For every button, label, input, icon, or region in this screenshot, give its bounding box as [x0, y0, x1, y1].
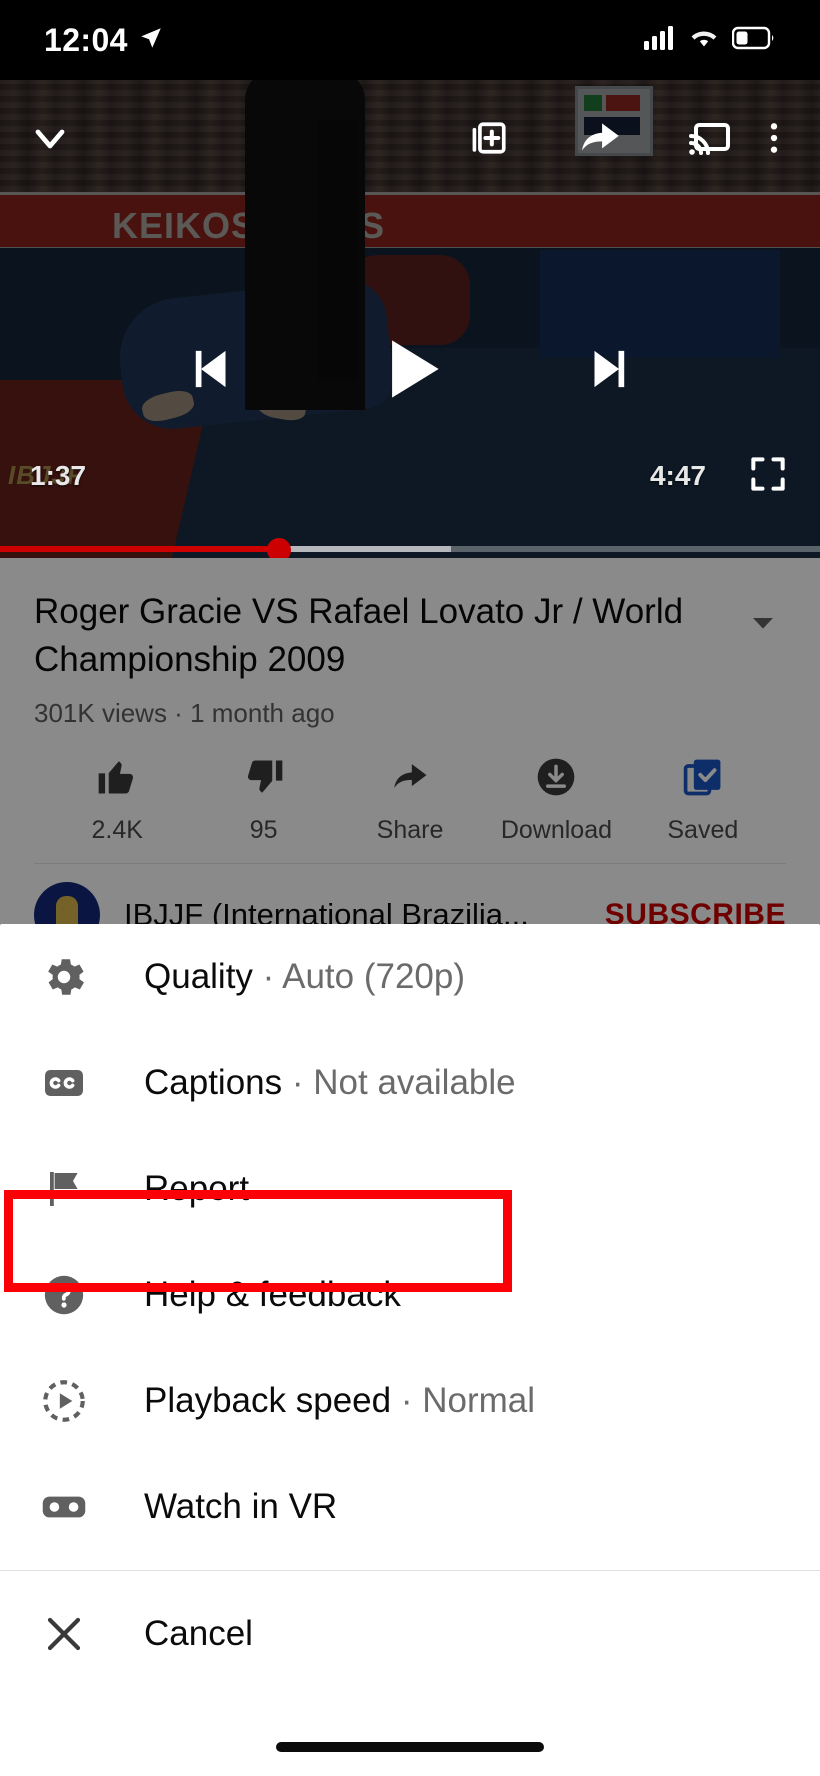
- duration-label: 4:47: [649, 460, 706, 491]
- more-options-button[interactable]: [742, 108, 806, 172]
- wifi-icon: [688, 26, 720, 55]
- close-icon: [28, 1610, 100, 1658]
- sheet-item-quality[interactable]: Quality · Auto (720p): [0, 924, 820, 1030]
- share-arrow-icon: [575, 113, 625, 168]
- fullscreen-icon: [746, 456, 790, 500]
- collapse-player-button[interactable]: [18, 108, 82, 172]
- vr-goggles-icon: [28, 1482, 100, 1532]
- player-top-controls: [0, 108, 820, 172]
- video-player[interactable]: KEIKOSPORTS IBJJF: [0, 80, 820, 558]
- home-indicator: [276, 1742, 544, 1752]
- player-options-sheet: Quality · Auto (720p) Captions · Not ava…: [0, 924, 820, 1776]
- progress-scrubber-handle[interactable]: [266, 538, 291, 558]
- sheet-scrim[interactable]: [0, 558, 820, 928]
- sheet-item-label: Watch in VR: [144, 1487, 338, 1526]
- next-track-icon: [579, 350, 641, 404]
- share-button[interactable]: [568, 108, 632, 172]
- player-center-controls: [0, 326, 820, 417]
- add-to-playlist-button[interactable]: [458, 108, 522, 172]
- status-bar-clock: 12:04: [44, 21, 128, 58]
- sheet-item-label: Cancel: [144, 1614, 253, 1653]
- location-arrow-icon: [138, 25, 164, 56]
- sheet-divider: [0, 1570, 820, 1571]
- player-bottom-bar: 1:37 4:47: [0, 452, 820, 500]
- cast-button[interactable]: [678, 108, 742, 172]
- sheet-item-playback-speed[interactable]: Playback speed · Normal: [0, 1348, 820, 1454]
- sheet-item-label: Help & feedback: [144, 1275, 401, 1314]
- status-bar: 12:04: [0, 0, 820, 80]
- chevron-down-icon: [26, 114, 74, 167]
- status-bar-right: [644, 25, 776, 55]
- help-circle-icon: [28, 1271, 100, 1319]
- sheet-item-label: Quality · Auto (720p): [144, 957, 466, 996]
- play-button[interactable]: [367, 326, 453, 417]
- play-icon: [367, 340, 453, 416]
- video-progress-bar[interactable]: [0, 538, 820, 558]
- previous-button[interactable]: [179, 338, 241, 405]
- battery-low-icon: [731, 26, 776, 55]
- add-to-queue-icon: [468, 116, 512, 165]
- cellular-signal-icon: [644, 25, 676, 55]
- next-button[interactable]: [579, 338, 641, 405]
- phone-screen: 12:04 1:37 4:47 Roger Gracie VS Rafael L…: [0, 0, 820, 1776]
- gear-icon: [28, 952, 100, 1002]
- progress-played: [0, 546, 279, 552]
- cast-icon: [686, 114, 734, 167]
- sheet-item-label: Captions · Not available: [144, 1063, 516, 1102]
- sheet-item-label: Playback speed · Normal: [144, 1381, 536, 1420]
- status-bar-left: 12:04: [44, 22, 164, 59]
- closed-captions-icon: [28, 1059, 100, 1107]
- sheet-item-label: Report: [144, 1169, 250, 1208]
- more-vertical-icon: [754, 118, 794, 163]
- fullscreen-button[interactable]: [746, 452, 790, 501]
- current-time-label: 1:37: [30, 460, 87, 491]
- sheet-item-watch-in-vr[interactable]: Watch in VR: [0, 1454, 820, 1560]
- sheet-item-help-feedback[interactable]: Help & feedback: [0, 1242, 820, 1348]
- sheet-item-report[interactable]: Report: [0, 1136, 820, 1242]
- previous-track-icon: [179, 350, 241, 404]
- sheet-item-captions[interactable]: Captions · Not available: [0, 1030, 820, 1136]
- sheet-item-cancel[interactable]: Cancel: [0, 1581, 820, 1687]
- flag-icon: [28, 1165, 100, 1213]
- playback-speed-icon: [28, 1376, 100, 1426]
